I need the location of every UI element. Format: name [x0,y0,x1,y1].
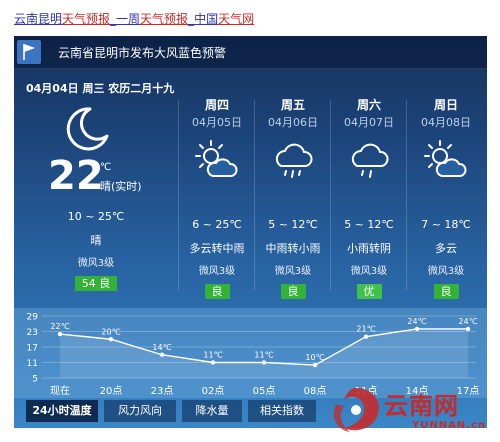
temperature-value-label: 14℃ [152,343,171,352]
forecast-date: 04月07日 [344,116,394,129]
forecast-date: 04月08日 [421,116,471,129]
tab-24h-temperature[interactable]: 24小时温度 [26,400,98,422]
today-desc: 晴 [90,234,102,247]
tab-wind[interactable]: 风力风向 [104,400,176,422]
x-tick-label: 05点 [253,385,276,397]
forecast-day-name: 周五 [280,98,305,112]
x-tick-label: 20点 [100,385,123,397]
column-divider [330,100,331,290]
forecast-wind: 微风3级 [427,266,465,277]
breadcrumb-link-forecast[interactable]: 天气预报 [62,12,110,26]
y-tick-label: 23 [27,328,38,338]
temperature-point [57,331,63,337]
column-divider [254,100,255,290]
forecast-day-name: 周日 [433,98,458,112]
x-tick-label: 23点 [151,385,174,397]
tab-precipitation[interactable]: 降水量 [182,400,242,422]
breadcrumb-link-kunming[interactable]: 云南昆明 [14,12,62,26]
today-range: 10 ~ 25℃ [67,210,125,223]
weather-widget: 云南省昆明市发布大风蓝色预警 04月04日 周三 农历二月十九 22 ℃ 晴(实… [14,36,487,428]
y-tick-label: 11 [27,359,38,369]
forecast-desc: 多云转中雨 [189,242,245,255]
forecast-aqi-badge[interactable]: 良 [280,284,306,299]
today-column: 10 ~ 25℃ 晴 微风3级 54 良 [26,96,166,291]
temperature-point [210,360,216,365]
forecast-range: 5 ~ 12℃ [268,218,318,231]
breadcrumb-link-week[interactable]: 一周 [116,12,140,26]
breadcrumb-link-week-forecast[interactable]: 天气预报 [140,12,188,26]
forecast-aqi-badge[interactable]: 优 [356,284,382,299]
forecast-wind: 微风3级 [198,266,236,277]
forecast-date: 04月05日 [192,116,242,129]
forecast-day-4[interactable]: 周日 04月08日 7 ~ 18℃ 多云 微风3级 良 [408,96,484,299]
temperature-point [363,334,369,339]
alert-text[interactable]: 云南省昆明市发布大风蓝色预警 [58,44,226,61]
temperature-point [465,326,471,332]
rain-cloud-icon [256,136,330,184]
temperature-point [414,326,420,332]
watermark-logo-icon [333,388,379,432]
today-date: 04月04日 周三 农历二月十九 [26,82,175,95]
temperature-value-label: 24℃ [458,317,477,326]
forecast-day-name: 周四 [204,98,229,112]
breadcrumb: 云南昆明天气预报_一周天气预报_中国天气网 [14,10,254,30]
flag-icon [17,40,41,64]
site-watermark: 云南网 YUNNAN.cn [322,380,498,440]
x-tick-label: 现在 [50,385,70,397]
today-wind: 微风3级 [77,258,115,269]
forecast-range: 6 ~ 25℃ [192,218,242,231]
temperature-point [108,337,114,342]
column-divider [406,100,407,290]
temperature-value-label: 11℃ [203,351,222,360]
y-tick-label: 29 [27,313,39,323]
forecast-range: 5 ~ 12℃ [344,218,394,231]
forecast-wind: 微风3级 [274,266,312,277]
forecast-wind: 微风3级 [350,266,388,277]
temperature-point [261,360,267,365]
watermark-subtext: YUNNAN.cn [412,420,487,431]
rain-cloud-icon [332,136,406,184]
y-tick-label: 17 [27,344,38,354]
temperature-point [312,362,318,368]
x-tick-label: 02点 [202,385,225,397]
temperature-value-label: 24℃ [407,317,426,326]
forecast-day-3[interactable]: 周六 04月07日 5 ~ 12℃ 小雨转阴 微风3级 优 [332,96,406,299]
watermark-text: 云南网 [384,392,459,420]
temperature-value-label: 22℃ [50,322,69,331]
forecast-aqi-badge[interactable]: 良 [204,284,230,299]
temperature-value-label: 21℃ [356,325,375,334]
forecast-desc: 多云 [435,242,457,255]
column-divider [178,100,179,290]
forecast-day-2[interactable]: 周五 04月06日 5 ~ 12℃ 中雨转小雨 微风3级 良 [256,96,330,299]
forecast-day-1[interactable]: 周四 04月05日 6 ~ 25℃ 多云转中雨 微风3级 良 [180,96,254,299]
forecast-aqi-badge[interactable]: 良 [433,284,459,299]
alert-bar[interactable]: 云南省昆明市发布大风蓝色预警 [14,36,487,69]
breadcrumb-link-china[interactable]: 中国 [194,12,218,26]
forecast-date: 04月06日 [268,116,318,129]
temperature-point [159,352,165,357]
temperature-value-label: 20℃ [101,327,120,336]
temperature-value-label: 11℃ [254,351,273,360]
partly-cloudy-icon [408,136,484,184]
y-tick-label: 5 [32,375,38,385]
forecast-desc: 中雨转小雨 [265,242,321,255]
partly-cloudy-icon [180,136,254,184]
tab-related-index[interactable]: 相关指数 [248,400,316,422]
forecast-desc: 小雨转阴 [347,242,391,255]
today-aqi-badge[interactable]: 54 良 [74,276,118,291]
forecast-range: 7 ~ 18℃ [421,218,471,231]
breadcrumb-link-weather-site[interactable]: 天气网 [218,12,254,26]
temperature-value-label: 10℃ [305,353,324,362]
forecast-day-name: 周六 [356,98,381,112]
